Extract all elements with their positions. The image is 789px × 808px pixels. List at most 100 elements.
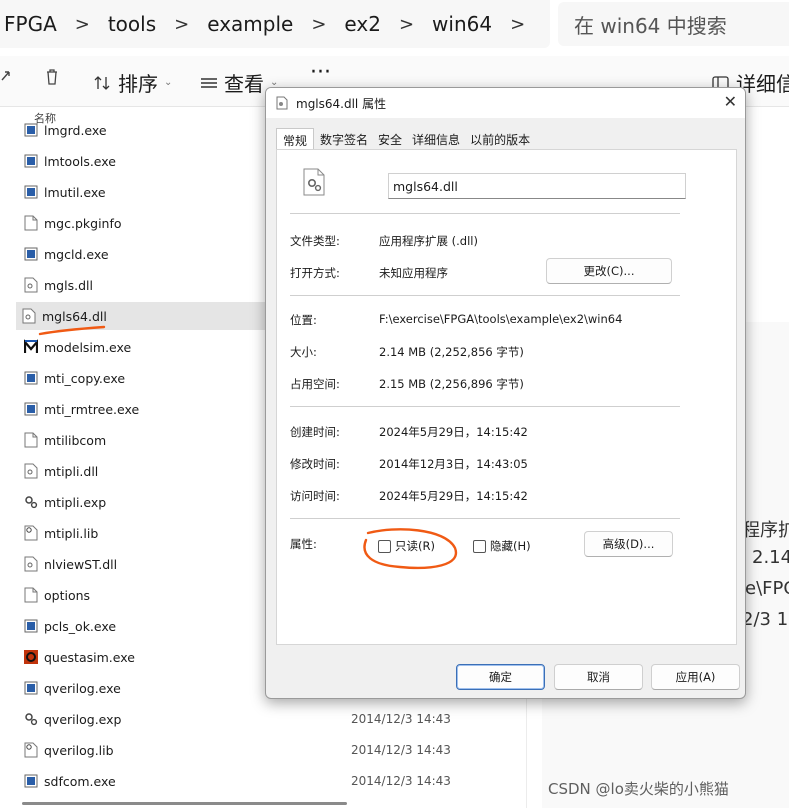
file-name: pcls_ok.exe: [44, 618, 117, 634]
file-name: mti_rmtree.exe: [44, 401, 140, 417]
disk-size-value: 2.15 MB (2,256,896 字节): [379, 377, 524, 391]
file-name: questasim.exe: [44, 649, 135, 665]
divider: [290, 518, 680, 519]
tab-details[interactable]: 详细信息: [408, 128, 464, 150]
chevron-right-icon: >: [398, 13, 415, 35]
exp-icon: [25, 496, 38, 509]
file-row[interactable]: mgls64.dll: [16, 302, 266, 330]
file-name: lmtools.exe: [44, 153, 116, 169]
file-name: mti_copy.exe: [44, 370, 126, 386]
breadcrumb-win64[interactable]: win64: [428, 12, 496, 36]
share-button[interactable]: [0, 68, 14, 84]
divider: [290, 213, 680, 214]
cancel-button[interactable]: 取消: [554, 664, 643, 690]
hidden-label: 隐藏(H): [490, 539, 531, 553]
file-row[interactable]: qverilog.exp: [18, 705, 288, 733]
file-name: mgls64.dll: [42, 308, 107, 324]
more-button[interactable]: ···: [310, 60, 331, 85]
size-label: 大小:: [290, 345, 317, 359]
tab-security[interactable]: 安全: [374, 128, 406, 150]
file-name: sdfcom.exe: [44, 773, 116, 789]
breadcrumb-example[interactable]: example: [203, 12, 297, 36]
ok-button[interactable]: 确定: [456, 664, 545, 690]
exe-icon: [24, 185, 38, 199]
file-row[interactable]: nlviewST.dll: [18, 550, 288, 578]
file-row[interactable]: qverilog.lib: [18, 736, 288, 764]
file-row[interactable]: lmutil.exe: [18, 178, 288, 206]
address-bar[interactable]: FPGA > tools > example > ex2 > win64 >: [0, 0, 550, 48]
hidden-checkbox[interactable]: 隐藏(H): [473, 538, 531, 554]
location-label: 位置:: [290, 313, 317, 327]
checkbox-box[interactable]: [473, 539, 486, 553]
search-input[interactable]: 在 win64 中搜索: [574, 10, 727, 39]
file-row[interactable]: options: [18, 581, 288, 609]
lib-icon: [24, 525, 38, 541]
file-row[interactable]: mtipli.exp: [18, 488, 288, 516]
file-row[interactable]: pcls_ok.exe: [18, 612, 288, 640]
share-icon: [1, 71, 10, 81]
file-name: lmgrd.exe: [44, 122, 107, 138]
exe-icon: [24, 774, 38, 788]
horizontal-scrollbar[interactable]: [22, 802, 347, 805]
chevron-right-icon: >: [174, 13, 190, 35]
exe-icon: [24, 681, 38, 695]
file-row[interactable]: mgls.dll: [18, 271, 288, 299]
tab-general[interactable]: 常规: [276, 128, 315, 150]
file-name: qverilog.lib: [44, 742, 114, 758]
dialog-title: mgls64.dll 属性: [296, 96, 387, 111]
breadcrumb-fpga[interactable]: FPGA: [0, 12, 61, 36]
lib-icon: [24, 742, 38, 758]
file-row[interactable]: mtipli.dll: [18, 457, 288, 485]
exe-icon: [24, 154, 38, 168]
file-name: options: [44, 587, 91, 603]
dll-icon: [24, 277, 38, 293]
open-with-label: 打开方式:: [290, 266, 340, 280]
details-pane-text: e\FPG: [745, 578, 789, 599]
chevron-down-icon: ⌄: [164, 77, 173, 88]
file-icon: [24, 587, 38, 603]
delete-button[interactable]: [44, 68, 60, 86]
file-row[interactable]: mgc.pkginfo: [18, 209, 288, 237]
readonly-label: 只读(R): [395, 539, 435, 553]
checkbox-box[interactable]: [378, 539, 391, 553]
file-row[interactable]: lmgrd.exe: [18, 116, 288, 144]
sort-button[interactable]: 排序 ⌄: [94, 68, 172, 97]
advanced-button[interactable]: 高级(D)...: [584, 531, 673, 557]
file-name: modelsim.exe: [44, 339, 132, 355]
breadcrumb-ex2[interactable]: ex2: [340, 12, 385, 36]
tab-digital-signature[interactable]: 数字签名: [316, 128, 372, 150]
file-row[interactable]: mti_rmtree.exe: [18, 395, 288, 423]
file-row[interactable]: mti_copy.exe: [18, 364, 288, 392]
dll-icon: [24, 463, 38, 479]
exe-icon: [24, 247, 38, 261]
file-row[interactable]: modelsim.exe: [18, 333, 288, 361]
modified-label: 修改时间:: [290, 457, 340, 471]
file-name-field[interactable]: mgls64.dll: [388, 173, 686, 199]
change-button[interactable]: 更改(C)...: [546, 258, 672, 284]
file-row[interactable]: mgcld.exe: [18, 240, 288, 268]
attributes-label: 属性:: [290, 537, 317, 551]
apply-button[interactable]: 应用(A): [651, 664, 740, 690]
close-icon[interactable]: ✕: [724, 94, 737, 110]
file-row[interactable]: sdfcom.exe: [18, 767, 288, 795]
file-row[interactable]: lmtools.exe: [18, 147, 288, 175]
readonly-checkbox[interactable]: 只读(R): [378, 538, 435, 554]
breadcrumb-tools[interactable]: tools: [104, 12, 160, 36]
trash-icon: [47, 69, 57, 85]
watermark: CSDN @lo卖火柴的小熊猫: [548, 780, 729, 798]
file-row[interactable]: questasim.exe: [18, 643, 288, 671]
file-row[interactable]: mtipli.lib: [18, 519, 288, 547]
dialog-title-bar[interactable]: mgls64.dll 属性 ✕: [266, 88, 745, 118]
exe-icon: [24, 123, 38, 137]
chevron-right-icon: >: [74, 13, 90, 35]
chevron-right-icon[interactable]: >: [496, 14, 539, 35]
sort-icon: [94, 75, 110, 90]
file-name: mtipli.exp: [44, 494, 107, 510]
file-row[interactable]: mtilibcom: [18, 426, 288, 454]
dll-file-icon: [303, 168, 325, 196]
tab-previous-versions[interactable]: 以前的版本: [466, 128, 534, 150]
search-box[interactable]: 在 win64 中搜索: [558, 2, 789, 46]
divider: [290, 406, 680, 407]
dll-icon: [22, 308, 36, 324]
file-row[interactable]: qverilog.exe: [18, 674, 288, 702]
